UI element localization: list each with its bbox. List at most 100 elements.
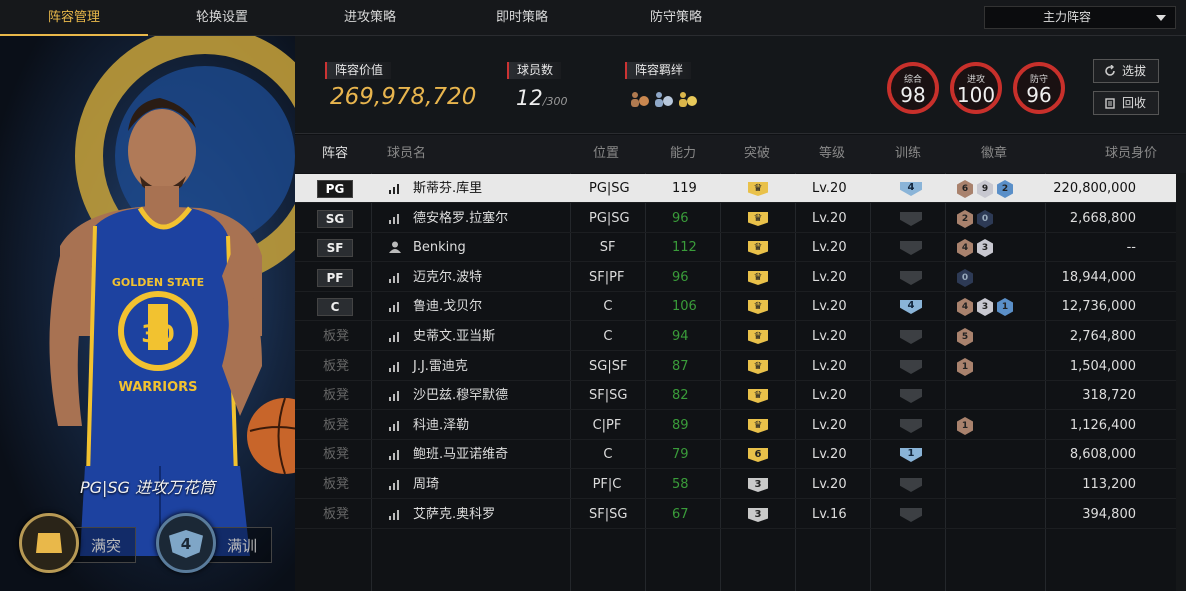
player-name[interactable]: J.J.雷迪克 bbox=[413, 352, 468, 381]
table-row[interactable]: PG 斯蒂芬.库里 PG|SG 119 ♛ Lv.20 4 6 9 2 220,800,000 bbox=[295, 174, 1176, 203]
rating-overall-value: 98 bbox=[900, 83, 926, 107]
table-row[interactable]: C 鲁迪.戈贝尔 C 106 ♛ Lv.20 4 4 3 1 12,736,000 bbox=[295, 292, 1176, 321]
badge-hex-icon[interactable]: 0 bbox=[977, 210, 993, 228]
badge-hex-icon[interactable]: 6 bbox=[957, 180, 973, 198]
col-position[interactable]: 位置 bbox=[593, 135, 619, 173]
player-name[interactable]: 迈克尔.波特 bbox=[413, 263, 482, 292]
tab-live-strategy[interactable]: 即时策略 bbox=[448, 0, 596, 36]
table-row[interactable]: 板凳 科迪.泽勒 C|PF 89 ♛ Lv.20 1 1,126,400 bbox=[295, 411, 1176, 440]
people-dollar-icon[interactable] bbox=[653, 90, 675, 108]
badge-hex-icon[interactable]: 3 bbox=[977, 239, 993, 257]
lineup-slot-chip[interactable]: PG bbox=[317, 180, 353, 198]
badge-hex-icon[interactable]: 1 bbox=[957, 358, 973, 376]
col-player-name[interactable]: 球员名 bbox=[387, 135, 426, 173]
badge-hex-icon[interactable]: 3 bbox=[977, 298, 993, 316]
people-coin-icon[interactable] bbox=[629, 90, 651, 108]
player-level: Lv.20 bbox=[812, 388, 847, 403]
breakout-crown-icon: ♛ bbox=[748, 419, 768, 433]
badge-hex-icon[interactable]: 1 bbox=[957, 417, 973, 435]
person-icon bbox=[389, 241, 401, 253]
table-row[interactable]: 板凳 沙巴兹.穆罕默德 SF|SG 82 ♛ Lv.20 318,720 bbox=[295, 381, 1176, 410]
breakout-level-badge: 3 bbox=[748, 478, 768, 492]
player-ability: 119 bbox=[672, 181, 697, 196]
signal-bars-icon bbox=[389, 510, 399, 520]
breakout-level: 6 bbox=[754, 449, 762, 460]
player-name[interactable]: 周琦 bbox=[413, 470, 439, 499]
lineup-slot-chip[interactable]: PF bbox=[317, 269, 353, 287]
col-badges[interactable]: 徽章 bbox=[981, 135, 1007, 173]
badge-count: 4 bbox=[961, 302, 969, 312]
badge-hex-icon[interactable]: 2 bbox=[957, 210, 973, 228]
lineup-slot-chip[interactable]: C bbox=[317, 298, 353, 316]
table-row[interactable]: SG 德安格罗.拉塞尔 PG|SG 96 ♛ Lv.20 2 0 2,668,800 bbox=[295, 204, 1176, 233]
player-position: SG|SF bbox=[589, 359, 628, 374]
player-name[interactable]: 科迪.泽勒 bbox=[413, 411, 469, 440]
table-scrollbar[interactable] bbox=[1176, 173, 1186, 591]
col-training[interactable]: 训练 bbox=[895, 135, 921, 173]
player-name[interactable]: 沙巴兹.穆罕默德 bbox=[413, 381, 508, 410]
table-row[interactable]: 板凳 鲍班.马亚诺维奇 C 79 6 Lv.20 1 8,608,000 bbox=[295, 440, 1176, 469]
recycle-button-label: 回收 bbox=[1122, 96, 1147, 110]
draft-button[interactable]: 选拔 bbox=[1093, 59, 1159, 83]
player-name[interactable]: 鲁迪.戈贝尔 bbox=[413, 292, 482, 321]
player-name[interactable]: Benking bbox=[413, 233, 466, 262]
col-slot[interactable]: 阵容 bbox=[322, 135, 348, 173]
badge-hex-icon[interactable]: 5 bbox=[957, 328, 973, 346]
lineup-slot-chip[interactable]: SG bbox=[317, 210, 353, 228]
player-archetype-tag: PG|SG 进攻万花筒 bbox=[79, 478, 216, 497]
table-row[interactable]: SF Benking SF 112 ♛ Lv.20 4 3 -- bbox=[295, 233, 1176, 262]
col-ability[interactable]: 能力 bbox=[670, 135, 696, 173]
bench-label: 板凳 bbox=[323, 359, 350, 374]
player-level: Lv.20 bbox=[812, 240, 847, 255]
badge-hex-icon[interactable]: 4 bbox=[957, 298, 973, 316]
player-level: Lv.20 bbox=[812, 477, 847, 492]
badge-hex-icon[interactable]: 9 bbox=[977, 180, 993, 198]
badge-hex-icon[interactable]: 2 bbox=[997, 180, 1013, 198]
breakout-crown-icon: ♛ bbox=[748, 182, 768, 196]
bench-label: 板凳 bbox=[323, 477, 350, 492]
player-name[interactable]: 艾萨克.奥科罗 bbox=[413, 500, 495, 529]
col-breakout[interactable]: 突破 bbox=[744, 135, 770, 173]
player-portrait: GOLDEN STATE 30 WARRIORS bbox=[49, 98, 295, 556]
player-position: C|PF bbox=[592, 418, 622, 433]
people-gold-icon[interactable] bbox=[677, 90, 699, 108]
table-row[interactable]: 板凳 J.J.雷迪克 SG|SF 87 ♛ Lv.20 1 1,504,000 bbox=[295, 352, 1176, 381]
breakout-crown-icon: ♛ bbox=[748, 241, 768, 255]
player-ability: 79 bbox=[672, 447, 689, 462]
table-row[interactable]: PF 迈克尔.波特 SF|PF 96 ♛ Lv.20 0 18,944,000 bbox=[295, 263, 1176, 292]
badge-count: 4 bbox=[961, 243, 969, 253]
badge-hex-icon[interactable]: 1 bbox=[997, 298, 1013, 316]
tab-offense-strategy[interactable]: 进攻策略 bbox=[296, 0, 444, 36]
player-name[interactable]: 鲍班.马亚诺维奇 bbox=[413, 440, 508, 469]
tab-defense-strategy[interactable]: 防守策略 bbox=[602, 0, 750, 36]
player-ability: 87 bbox=[672, 359, 689, 374]
player-name[interactable]: 史蒂文.亚当斯 bbox=[413, 322, 495, 351]
breakout-level-badge: 6 bbox=[748, 448, 768, 462]
player-position: SF bbox=[599, 240, 616, 255]
tab-rotation-settings[interactable]: 轮换设置 bbox=[148, 0, 296, 36]
badge-count: 0 bbox=[961, 273, 969, 283]
roster-table: 阵容 球员名 位置 能力 突破 等级 训练 徽章 球员身价 PG 斯蒂芬.库里 PG… bbox=[295, 135, 1186, 591]
badge-hex-icon[interactable]: 0 bbox=[957, 269, 973, 287]
player-name[interactable]: 斯蒂芬.库里 bbox=[413, 174, 482, 203]
badge-hex-icon[interactable]: 4 bbox=[957, 239, 973, 257]
breakout-status-label: 满突 bbox=[70, 527, 137, 563]
col-level[interactable]: 等级 bbox=[819, 135, 845, 173]
badge-count: 6 bbox=[961, 184, 969, 194]
table-row[interactable]: 板凳 艾萨克.奥科罗 SF|SG 67 3 Lv.16 394,800 bbox=[295, 500, 1176, 529]
training-shield-empty-icon bbox=[900, 419, 922, 433]
tab-lineup-management[interactable]: 阵容管理 bbox=[0, 0, 148, 36]
lineup-slot-chip[interactable]: SF bbox=[317, 239, 353, 257]
training-level: 1 bbox=[907, 448, 915, 459]
player-value: 1,126,400 bbox=[1069, 418, 1136, 433]
player-name[interactable]: 德安格罗.拉塞尔 bbox=[413, 204, 508, 233]
col-player-value[interactable]: 球员身价 bbox=[1105, 135, 1157, 173]
lineup-summary: 阵容价值 269,978,720 球员数 12/300 阵容羁绊 综合 98 进… bbox=[295, 36, 1186, 134]
lineup-dropdown-value: 主力阵容 bbox=[1043, 10, 1092, 24]
table-row[interactable]: 板凳 史蒂文.亚当斯 C 94 ♛ Lv.20 5 2,764,800 bbox=[295, 322, 1176, 351]
refresh-icon bbox=[1105, 65, 1115, 76]
lineup-dropdown[interactable]: 主力阵容 bbox=[984, 6, 1176, 29]
recycle-button[interactable]: 回收 bbox=[1093, 91, 1159, 115]
table-row[interactable]: 板凳 周琦 PF|C 58 3 Lv.20 113,200 bbox=[295, 470, 1176, 499]
top-nav: 阵容管理 轮换设置 进攻策略 即时策略 防守策略 主力阵容 bbox=[0, 0, 1186, 36]
